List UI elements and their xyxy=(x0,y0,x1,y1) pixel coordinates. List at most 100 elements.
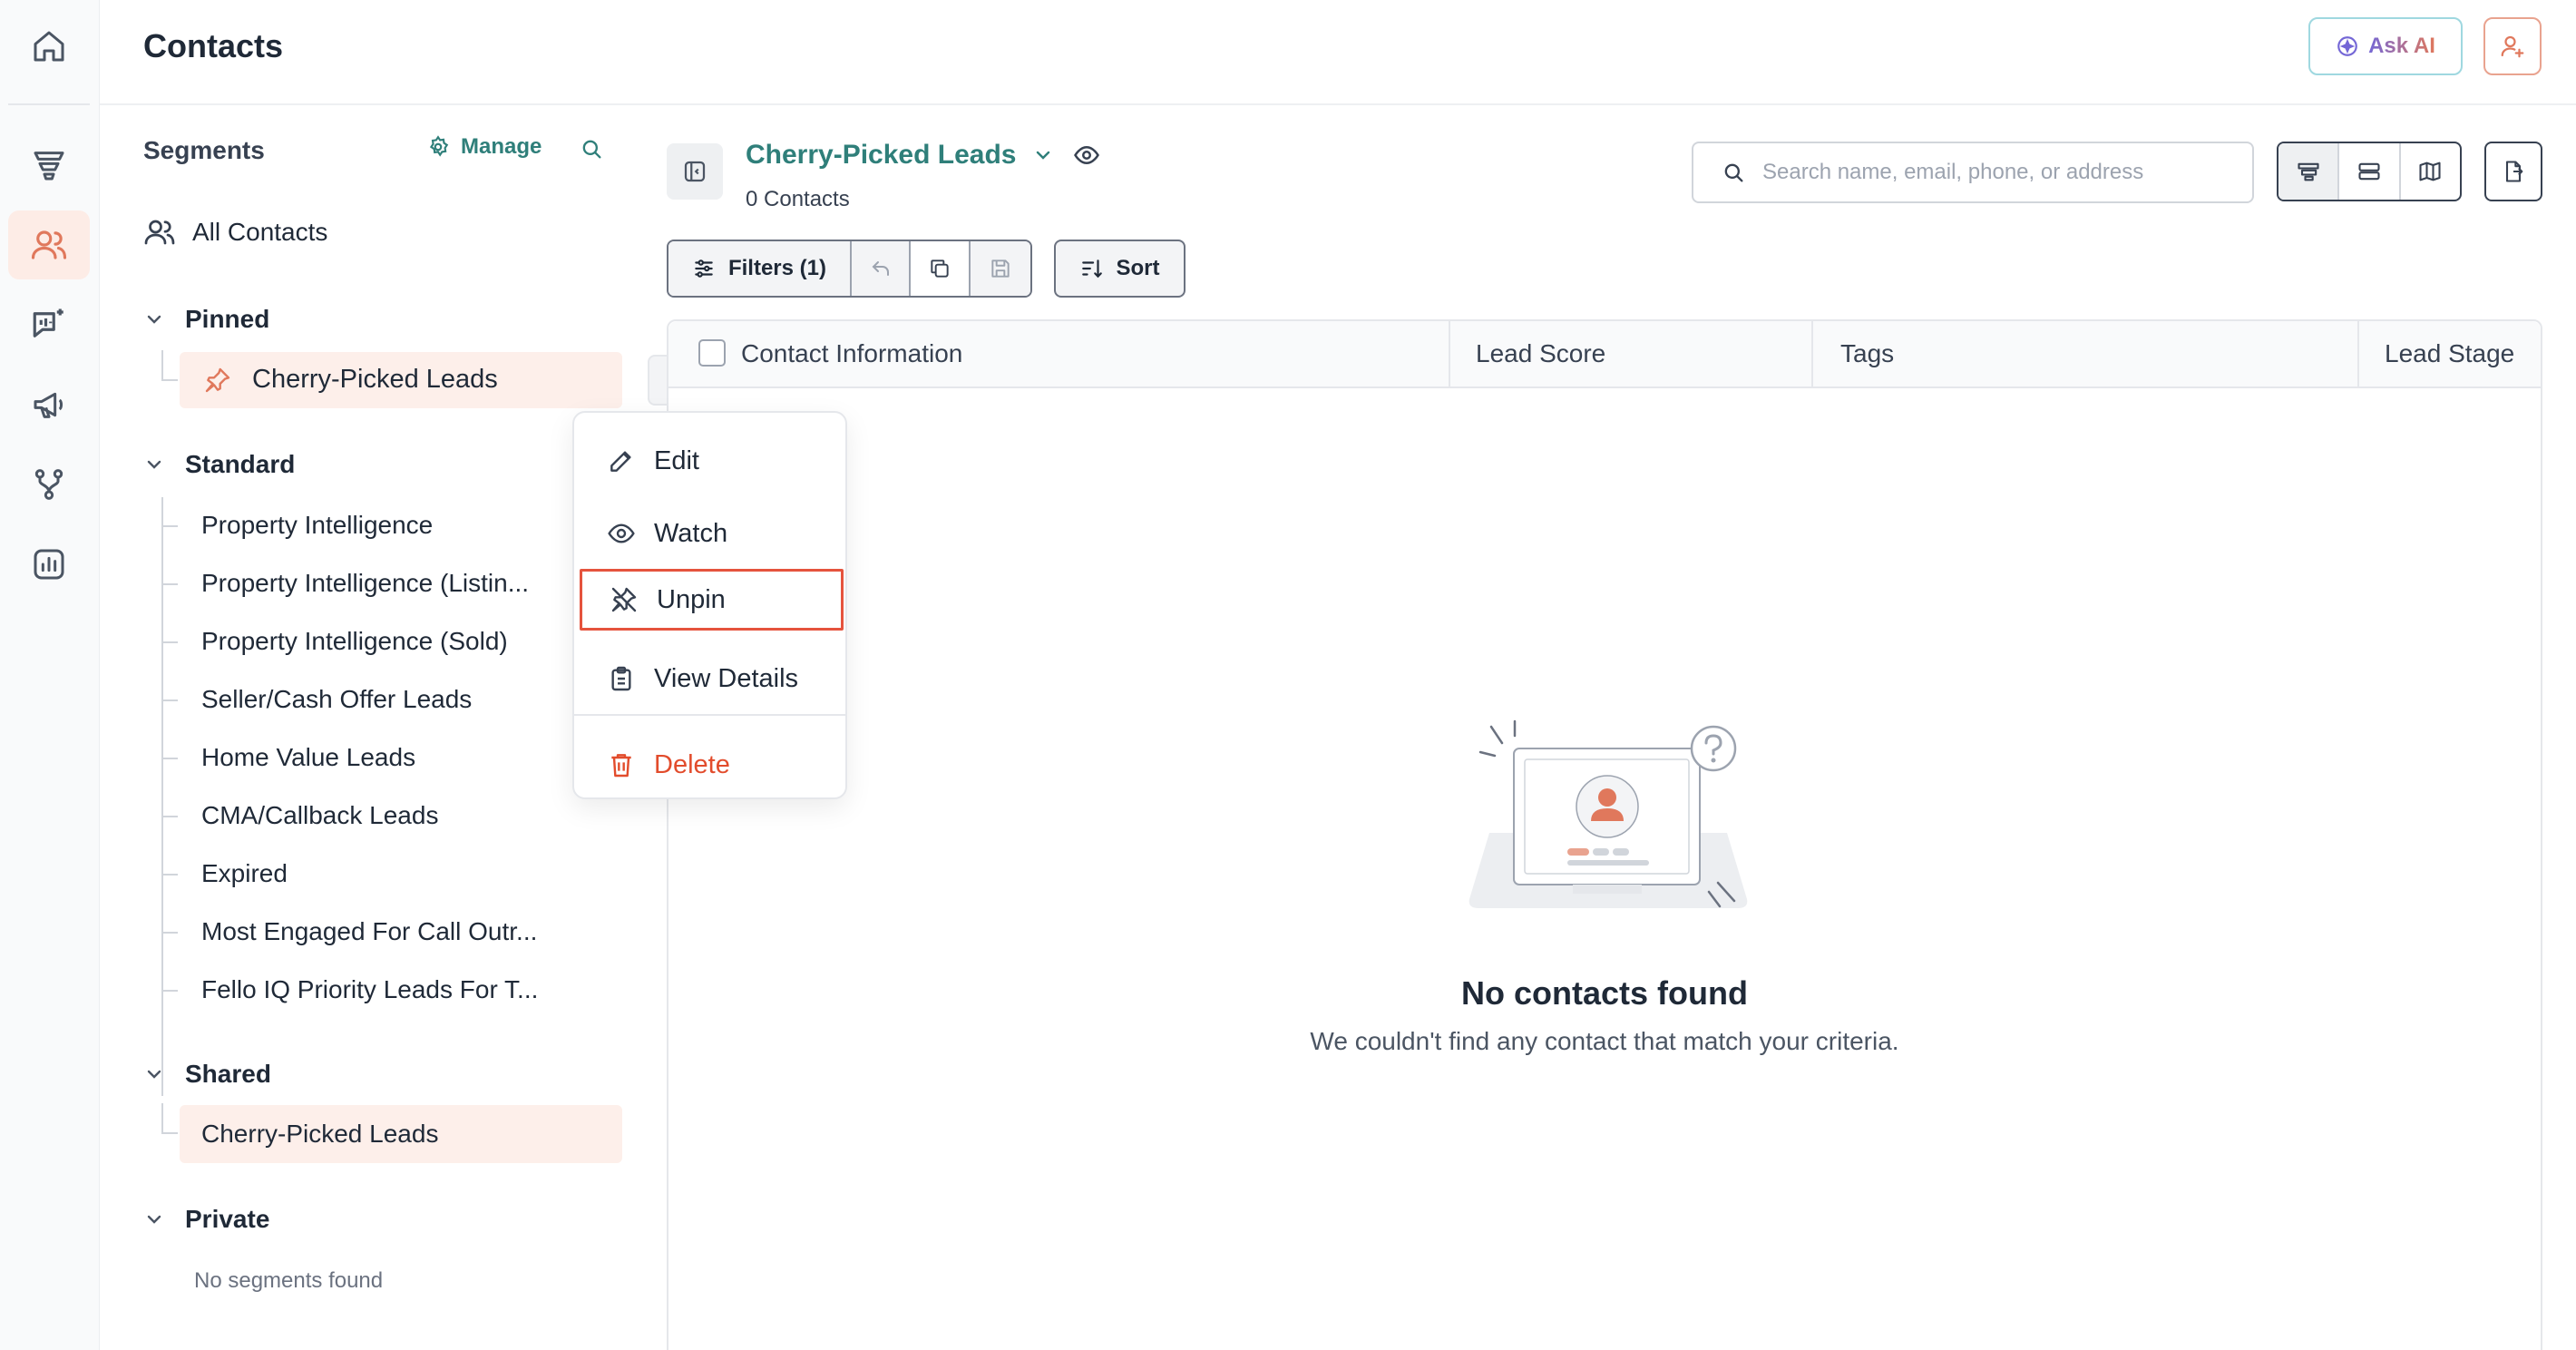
private-group-toggle[interactable]: Private xyxy=(143,1205,269,1234)
pinned-group-toggle[interactable]: Pinned xyxy=(143,305,269,334)
sort-button[interactable]: Sort xyxy=(1054,240,1186,298)
tree-branch xyxy=(161,990,178,992)
segment-item[interactable]: Property Intelligence xyxy=(201,511,433,540)
unpin-label: Unpin xyxy=(657,584,726,614)
segment-name: Cherry-Picked Leads xyxy=(746,140,1017,170)
manage-button[interactable]: Manage xyxy=(426,134,542,160)
chevron-down-icon xyxy=(147,315,161,324)
add-user-button[interactable] xyxy=(2483,17,2542,75)
pinned-segment-label: Cherry-Picked Leads xyxy=(252,365,498,394)
segment-item[interactable]: Home Value Leads xyxy=(201,743,415,772)
filters-label: Filters (1) xyxy=(727,256,826,280)
pipeline-view-icon[interactable] xyxy=(2278,143,2340,200)
ask-ai-button[interactable]: Ask AI xyxy=(2308,17,2463,75)
segment-item[interactable]: Seller/Cash Offer Leads xyxy=(201,685,472,714)
tree-branch xyxy=(161,816,178,817)
list-view-icon[interactable] xyxy=(2339,143,2401,200)
select-all-checkbox[interactable] xyxy=(698,339,726,367)
report-icon[interactable] xyxy=(8,530,90,599)
pin-icon xyxy=(205,367,230,393)
funnel-icon[interactable] xyxy=(8,131,90,200)
sort-icon xyxy=(1081,259,1102,279)
map-view-icon[interactable] xyxy=(2401,143,2460,200)
tree-branch xyxy=(161,379,178,381)
pinned-segment-item[interactable]: Cherry-Picked Leads xyxy=(180,352,698,408)
save-segment-button[interactable] xyxy=(970,241,1030,296)
tree-branch xyxy=(161,525,178,527)
pinned-group-label: Pinned xyxy=(185,305,270,333)
segment-item[interactable]: Property Intelligence (Listin... xyxy=(201,569,529,598)
view-switcher xyxy=(2277,142,2462,201)
delete-menu-item[interactable]: Delete xyxy=(574,734,849,796)
standard-group-label: Standard xyxy=(185,450,296,478)
file-export-icon xyxy=(2505,161,2523,182)
main-content: Cherry-Picked Leads 0 Contacts Filters (… xyxy=(667,107,2576,1350)
undo-icon xyxy=(872,261,889,276)
shared-group-toggle[interactable]: Shared xyxy=(143,1060,271,1089)
home-icon[interactable] xyxy=(8,12,90,81)
empty-state-illustration xyxy=(1469,719,1748,908)
manage-label: Manage xyxy=(461,134,542,159)
all-contacts-item[interactable]: All Contacts xyxy=(143,216,327,249)
watch-menu-item[interactable]: Watch xyxy=(574,503,849,564)
rail-divider xyxy=(8,103,90,105)
save-icon xyxy=(991,259,1010,278)
edit-label: Edit xyxy=(654,445,699,475)
segment-item[interactable]: Expired xyxy=(201,859,288,888)
tree-line xyxy=(161,497,163,1096)
tree-line xyxy=(161,1103,163,1134)
edit-menu-item[interactable]: Edit xyxy=(574,430,849,492)
segment-item[interactable]: Fello IQ Priority Leads For T... xyxy=(201,975,538,1004)
tree-branch xyxy=(161,874,178,876)
chevron-down-icon xyxy=(147,1070,161,1079)
tree-branch xyxy=(161,583,178,585)
undo-filter-button[interactable] xyxy=(851,241,912,296)
empty-state-title: No contacts found xyxy=(1461,974,1748,1012)
unpin-menu-item[interactable]: Unpin xyxy=(580,569,844,631)
tree-branch xyxy=(161,699,178,701)
delete-label: Delete xyxy=(654,749,730,779)
chat-sparkle-icon[interactable] xyxy=(8,290,90,359)
column-header[interactable]: Lead Score xyxy=(1476,339,1605,368)
watch-segment-icon[interactable] xyxy=(1073,142,1100,169)
top-header: Contacts Ask AI xyxy=(100,0,2576,105)
column-header[interactable]: Lead Stage xyxy=(2385,339,2514,368)
chevron-down-icon xyxy=(1037,151,1050,160)
users-icon xyxy=(144,220,175,245)
segment-item[interactable]: Most Engaged For Call Outr... xyxy=(201,917,537,946)
contact-search-box[interactable] xyxy=(1692,142,2254,203)
chevron-down-icon xyxy=(147,1215,161,1224)
column-header[interactable]: Tags xyxy=(1840,339,1894,368)
shared-segment-label: Cherry-Picked Leads xyxy=(201,1120,439,1148)
table-header: Contact Information Lead Score Tags Lead… xyxy=(668,321,2541,388)
page-title: Contacts xyxy=(143,27,284,64)
view-details-menu-item[interactable]: View Details xyxy=(574,648,849,709)
settings-icon xyxy=(429,135,449,157)
eye-icon xyxy=(608,523,635,543)
export-button[interactable] xyxy=(2484,142,2542,201)
standard-group-toggle[interactable]: Standard xyxy=(143,450,295,479)
segment-item[interactable]: Property Intelligence (Sold) xyxy=(201,627,508,656)
pencil-icon xyxy=(610,451,631,472)
view-details-label: View Details xyxy=(654,663,799,693)
segment-selector[interactable]: Cherry-Picked Leads xyxy=(746,140,1054,171)
segment-item[interactable]: CMA/Callback Leads xyxy=(201,801,438,830)
all-contacts-label: All Contacts xyxy=(192,218,328,246)
contact-search-input[interactable] xyxy=(1762,160,2234,185)
filters-button[interactable]: Filters (1) xyxy=(668,241,852,296)
filter-toolbar: Filters (1) xyxy=(667,240,1032,298)
workflow-icon[interactable] xyxy=(8,450,90,519)
users-icon[interactable] xyxy=(8,210,90,279)
toggle-sidebar-button[interactable] xyxy=(667,143,723,200)
column-header[interactable]: Contact Information xyxy=(741,339,962,368)
megaphone-icon[interactable] xyxy=(8,370,90,439)
duplicate-segment-button[interactable] xyxy=(911,241,971,296)
icon-rail xyxy=(0,0,100,1350)
shared-segment-item[interactable]: Cherry-Picked Leads xyxy=(180,1105,622,1163)
trash-icon xyxy=(611,754,631,778)
column-divider xyxy=(2357,321,2359,388)
contacts-table: Contact Information Lead Score Tags Lead… xyxy=(667,319,2542,1350)
tree-branch xyxy=(161,932,178,934)
contact-count: 0 Contacts xyxy=(746,187,850,211)
segment-search-icon[interactable] xyxy=(579,136,604,161)
